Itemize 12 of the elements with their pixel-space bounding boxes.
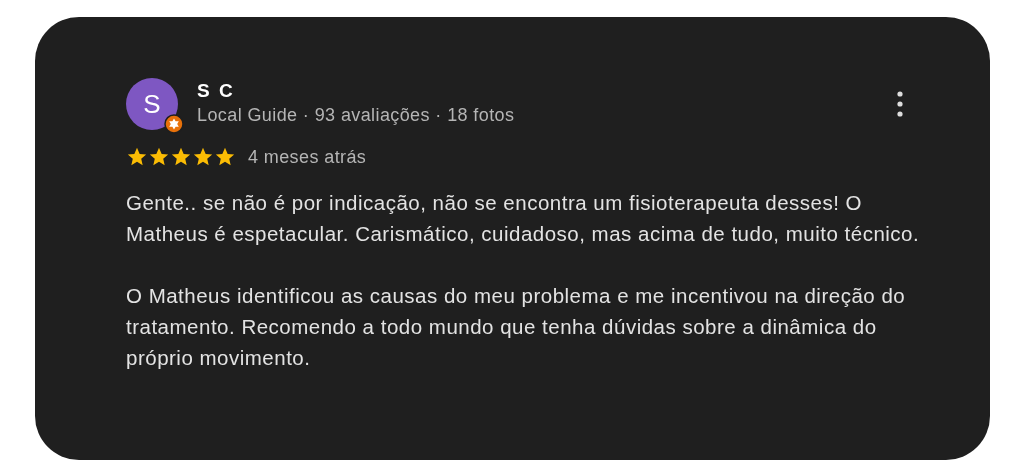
- star-icon: [170, 146, 192, 168]
- review-text: Gente.. se não é por indicação, não se encontra um fisioterapeuta desses! O Matheus é espetacular. Carismático, cuidadoso, mas acima de tudo, muito técnico.: [126, 190, 920, 247]
- star-icon: [148, 146, 170, 168]
- avatar-letter: S: [143, 88, 161, 120]
- review-text: O Matheus identificou as causas do meu problema e me incentivou na direção do tratamento. Recomendo a todo mundo que tenha dúvidas sobre a dinâmica do próprio movimento.: [126, 283, 907, 371]
- author-name[interactable]: S C: [197, 80, 897, 102]
- author-meta: Local Guide · 93 avaliações · 18 fotos: [197, 105, 516, 126]
- star-icon: [126, 146, 148, 168]
- star-icon: [214, 146, 236, 168]
- more-options-icon[interactable]: [897, 91, 903, 117]
- review-date: 4 meses atrás: [248, 146, 367, 168]
- star-icon: [192, 146, 214, 168]
